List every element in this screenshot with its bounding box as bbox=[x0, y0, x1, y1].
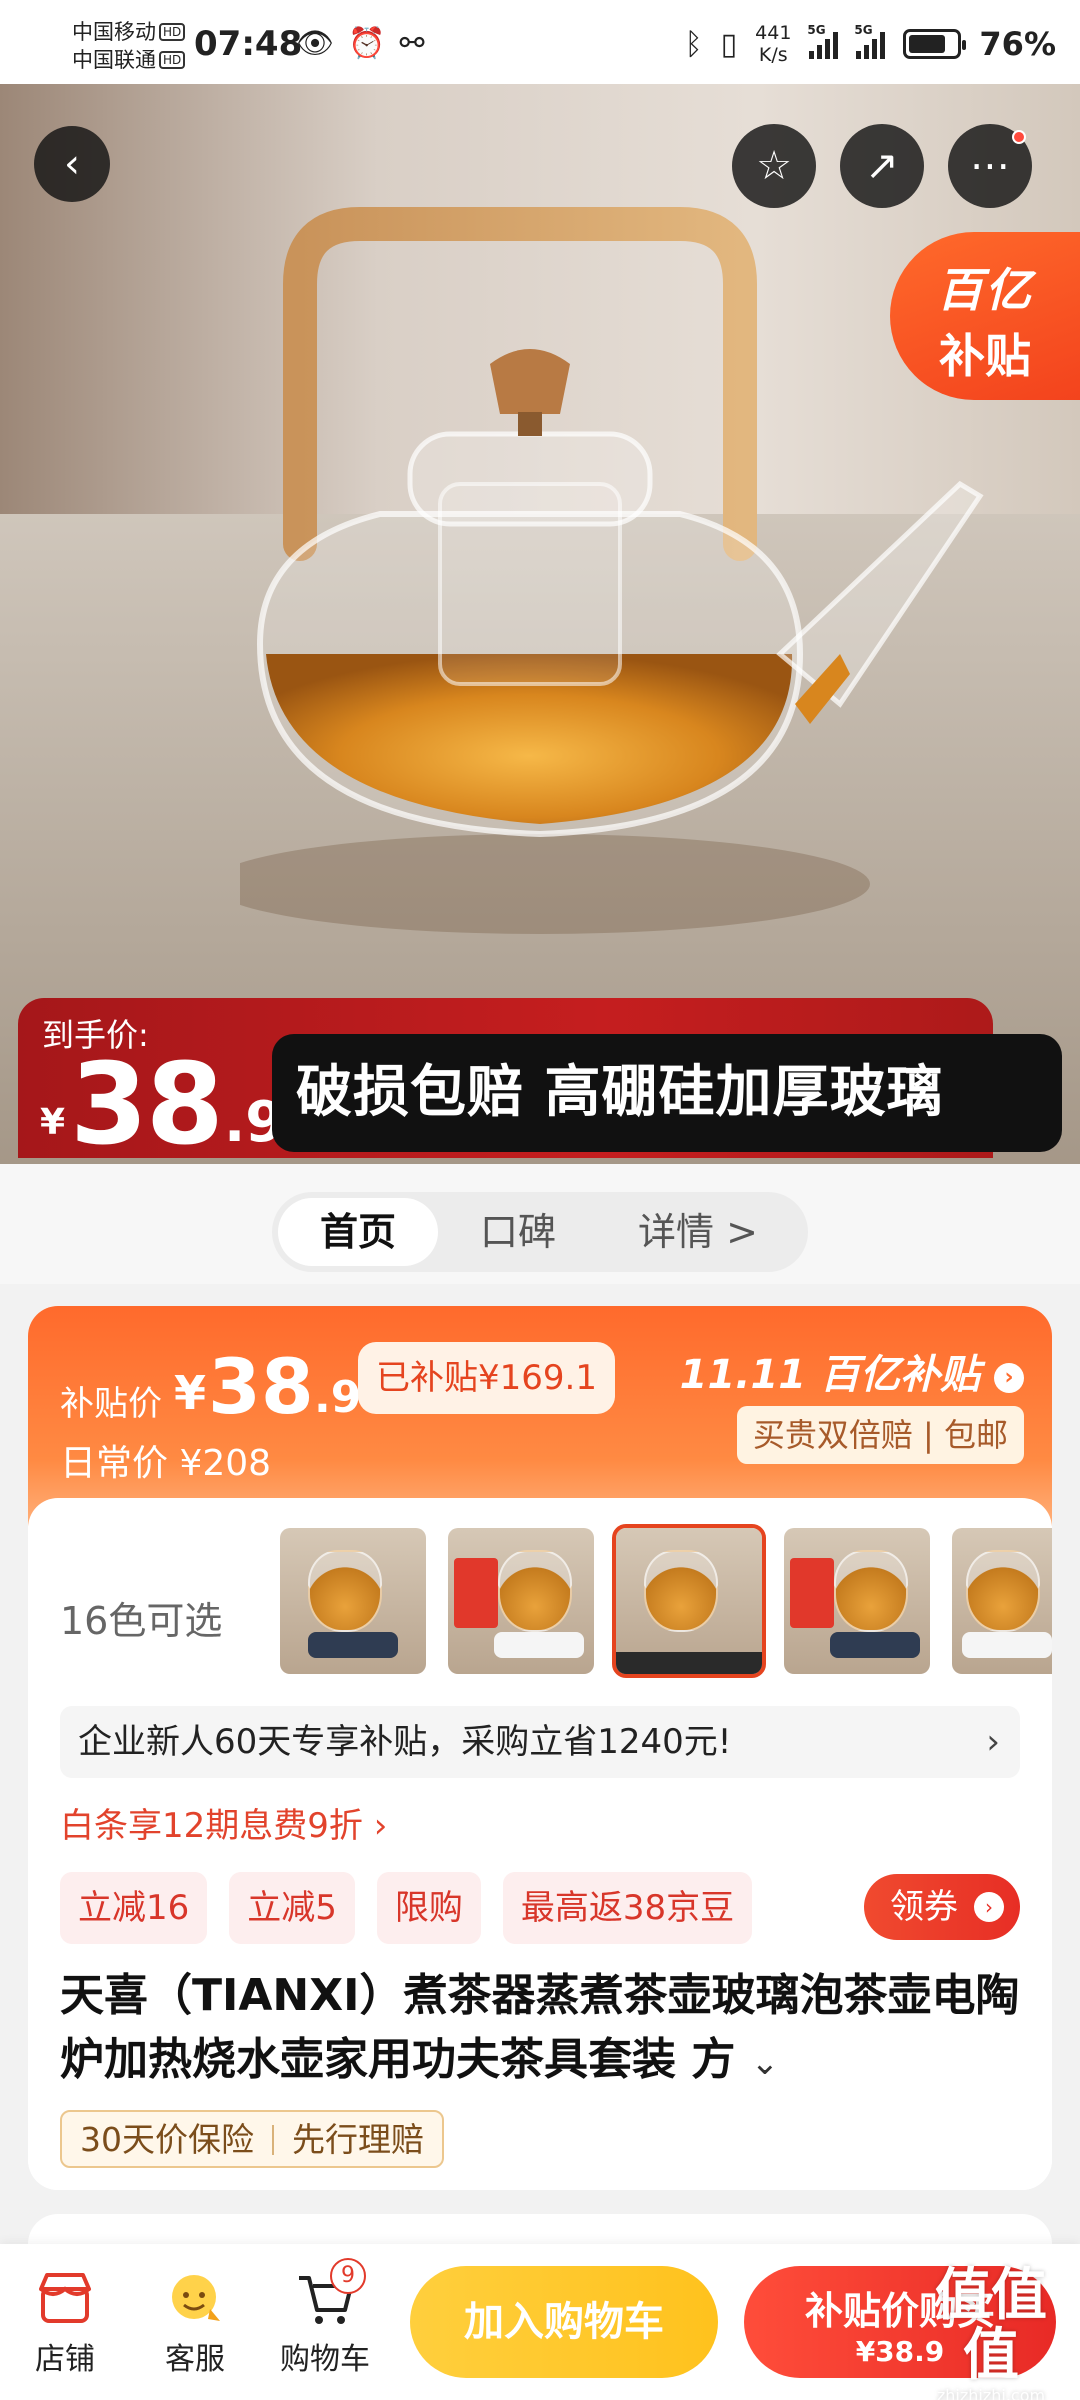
share-icon: ↗ bbox=[865, 143, 899, 189]
service-icon bbox=[140, 2264, 250, 2334]
coupon-chip[interactable]: 立减5 bbox=[229, 1872, 355, 1944]
signal-icon-2: 5G bbox=[854, 23, 886, 59]
price-integer: 38 bbox=[70, 1040, 224, 1164]
cart-icon: 9 bbox=[270, 2258, 380, 2334]
carriers: 中国移动 HD 中国联通 HD bbox=[72, 18, 186, 74]
status-right: ᛒ ▯ 441 K/s 5G 5G 76% bbox=[685, 22, 1056, 66]
badge-line2: 补贴 bbox=[939, 329, 1031, 383]
cart-count-badge: 9 bbox=[330, 2258, 366, 2294]
battery-percent: 76% bbox=[979, 25, 1056, 63]
teapot-image bbox=[240, 207, 984, 934]
hero-slogan: 破损包赔 高硼硅加厚玻璃 bbox=[272, 1034, 1062, 1152]
shop-button[interactable]: 店铺 bbox=[10, 2264, 120, 2378]
product-hero-image[interactable]: ‹ ☆ ↗ ⋯ 百亿 补贴 到手价: ¥ 38 .9 破损包赔 高硼硅加厚玻璃 bbox=[0, 84, 1080, 1164]
shop-icon bbox=[10, 2264, 120, 2334]
variant-thumb[interactable] bbox=[280, 1528, 426, 1674]
net-speed-unit: K/s bbox=[758, 44, 788, 66]
chevron-right-icon: › bbox=[974, 1892, 1004, 1922]
link-icon: ⚯ bbox=[399, 26, 425, 61]
chevron-right-icon: › bbox=[994, 1363, 1024, 1393]
daily-price: 日常价 ¥208 bbox=[60, 1443, 272, 1484]
status-icons: 👁 ⏰ ⚯ bbox=[296, 26, 425, 61]
service-label: 客服 bbox=[165, 2342, 225, 2377]
favorite-button[interactable]: ☆ bbox=[732, 124, 816, 208]
carrier-1: 中国移动 bbox=[72, 20, 156, 44]
coupon-chip[interactable]: 限购 bbox=[376, 1872, 481, 1944]
claim-first-label: 先行理赔 bbox=[292, 2120, 424, 2159]
coupon-chip[interactable]: 最高返38京豆 bbox=[502, 1872, 753, 1944]
price-yen: ¥ bbox=[40, 1102, 66, 1143]
subsidy-price-decimal: .9 bbox=[314, 1372, 362, 1423]
chevron-down-icon[interactable]: ⌄ bbox=[751, 2043, 780, 2083]
chevron-right-icon: › bbox=[986, 1722, 1000, 1762]
tab-reviews[interactable]: 口碑 bbox=[438, 1198, 598, 1266]
enterprise-promo-row[interactable]: 企业新人60天专享补贴，采购立省1240元! › bbox=[60, 1706, 1020, 1778]
site-watermark: 值值值 zhizhizhi.com bbox=[916, 2266, 1066, 2400]
subsidy-brand-text: 11.11 百亿补贴 bbox=[679, 1352, 981, 1398]
more-icon: ⋯ bbox=[970, 143, 1010, 189]
notification-dot bbox=[1012, 130, 1026, 144]
watermark-domain: zhizhizhi.com bbox=[936, 2386, 1046, 2400]
subsidy-badge: 百亿 补贴 bbox=[890, 232, 1080, 400]
subsidy-price-integer: 38 bbox=[208, 1342, 314, 1431]
coupon-chip[interactable]: 立减16 bbox=[60, 1872, 208, 1944]
variant-thumbnails bbox=[280, 1524, 1052, 1678]
customer-service-button[interactable]: 客服 bbox=[140, 2264, 250, 2378]
star-icon: ☆ bbox=[756, 143, 792, 189]
variant-thumb[interactable] bbox=[448, 1528, 594, 1674]
guarantee-badge: 买贵双倍赔 | 包邮 bbox=[736, 1406, 1024, 1464]
subsidy-yen: ¥ bbox=[174, 1366, 207, 1420]
product-page: 中国移动 HD 中国联通 HD 07:48 👁 ⏰ ⚯ ᛒ ▯ 441 K/s 5G… bbox=[0, 0, 1080, 2400]
coupon-row: 立减16 立减5 限购 最高返38京豆 领券 › bbox=[60, 1870, 1020, 1946]
share-button[interactable]: ↗ bbox=[840, 124, 924, 208]
price-protection-row[interactable]: 30天价保险 先行理赔 bbox=[60, 2110, 444, 2168]
eye-icon: 👁 bbox=[296, 26, 335, 61]
tab-home[interactable]: 首页 bbox=[278, 1198, 438, 1266]
watermark-text: 值值值 bbox=[935, 2263, 1047, 2388]
get-coupon-label: 领券 bbox=[890, 1887, 958, 1927]
variant-thumb-selected[interactable] bbox=[612, 1524, 766, 1678]
tab-details[interactable]: 详情 > bbox=[598, 1198, 798, 1266]
signal-icon: 5G bbox=[807, 23, 839, 59]
signal-tag: 5G bbox=[807, 23, 826, 37]
variant-thumb[interactable] bbox=[784, 1528, 930, 1674]
hd-badge: HD bbox=[159, 23, 186, 41]
subsidy-header[interactable]: 补贴价 ¥ 38 .9 已补贴¥169.1 日常价 ¥208 11.11 百亿补… bbox=[28, 1306, 1052, 1526]
back-button[interactable]: ‹ bbox=[34, 126, 110, 202]
baitiao-installment-link[interactable]: 白条享12期息费9折 › bbox=[60, 1798, 387, 1847]
vibrate-icon: ▯ bbox=[720, 26, 738, 62]
net-speed-value: 441 bbox=[755, 22, 792, 44]
product-title[interactable]: 天喜（TIANXI）煮茶器蒸煮茶壶玻璃泡茶壶电陶炉加热烧水壶家用功夫茶具套装 方… bbox=[60, 1964, 1030, 2095]
product-title-text: 天喜（TIANXI）煮茶器蒸煮茶壶玻璃泡茶壶电陶炉加热烧水壶家用功夫茶具套装 方 bbox=[60, 1970, 1020, 2085]
bluetooth-icon: ᛒ bbox=[684, 26, 703, 62]
card-body: 16色可选 企业新人60天专享补贴，采购立省1240元! › 白条享12期息费9… bbox=[28, 1498, 1052, 2190]
cart-button[interactable]: 9 购物车 bbox=[270, 2258, 380, 2378]
signal-tag: 5G bbox=[854, 23, 873, 37]
product-info-card: 补贴价 ¥ 38 .9 已补贴¥169.1 日常价 ¥208 11.11 百亿补… bbox=[28, 1306, 1052, 2190]
tab-bar: 首页 口碑 详情 > bbox=[272, 1192, 808, 1272]
price-protection-label: 30天价保险 bbox=[80, 2120, 254, 2159]
status-bar: 中国移动 HD 中国联通 HD 07:48 👁 ⏰ ⚯ ᛒ ▯ 441 K/s 5G… bbox=[0, 0, 1080, 84]
more-button[interactable]: ⋯ bbox=[948, 124, 1032, 208]
cart-label: 购物车 bbox=[280, 2342, 370, 2377]
alarm-icon: ⏰ bbox=[348, 26, 386, 61]
already-subsidized-badge: 已补贴¥169.1 bbox=[358, 1342, 615, 1414]
promo-text: 企业新人60天专享补贴，采购立省1240元! bbox=[78, 1722, 732, 1762]
get-coupon-button[interactable]: 领券 › bbox=[864, 1874, 1020, 1940]
shop-label: 店铺 bbox=[35, 2342, 95, 2377]
carrier-2: 中国联通 bbox=[72, 48, 156, 72]
back-arrow-icon: ‹ bbox=[64, 141, 80, 187]
subsidy-label: 补贴价 bbox=[60, 1384, 162, 1424]
subsidy-brand-link[interactable]: 11.11 百亿补贴 › bbox=[680, 1342, 1024, 1400]
variant-thumb[interactable] bbox=[952, 1528, 1052, 1674]
battery-icon bbox=[903, 29, 967, 59]
add-to-cart-button[interactable]: 加入购物车 bbox=[410, 2266, 718, 2378]
variants-label[interactable]: 16色可选 bbox=[60, 1590, 222, 1645]
clock: 07:48 bbox=[194, 24, 303, 64]
tabs-area: 首页 口碑 详情 > bbox=[0, 1164, 1080, 1284]
hd-badge: HD bbox=[159, 51, 186, 69]
badge-line1: 百亿 bbox=[937, 263, 1033, 317]
net-speed: 441 K/s bbox=[755, 22, 791, 66]
